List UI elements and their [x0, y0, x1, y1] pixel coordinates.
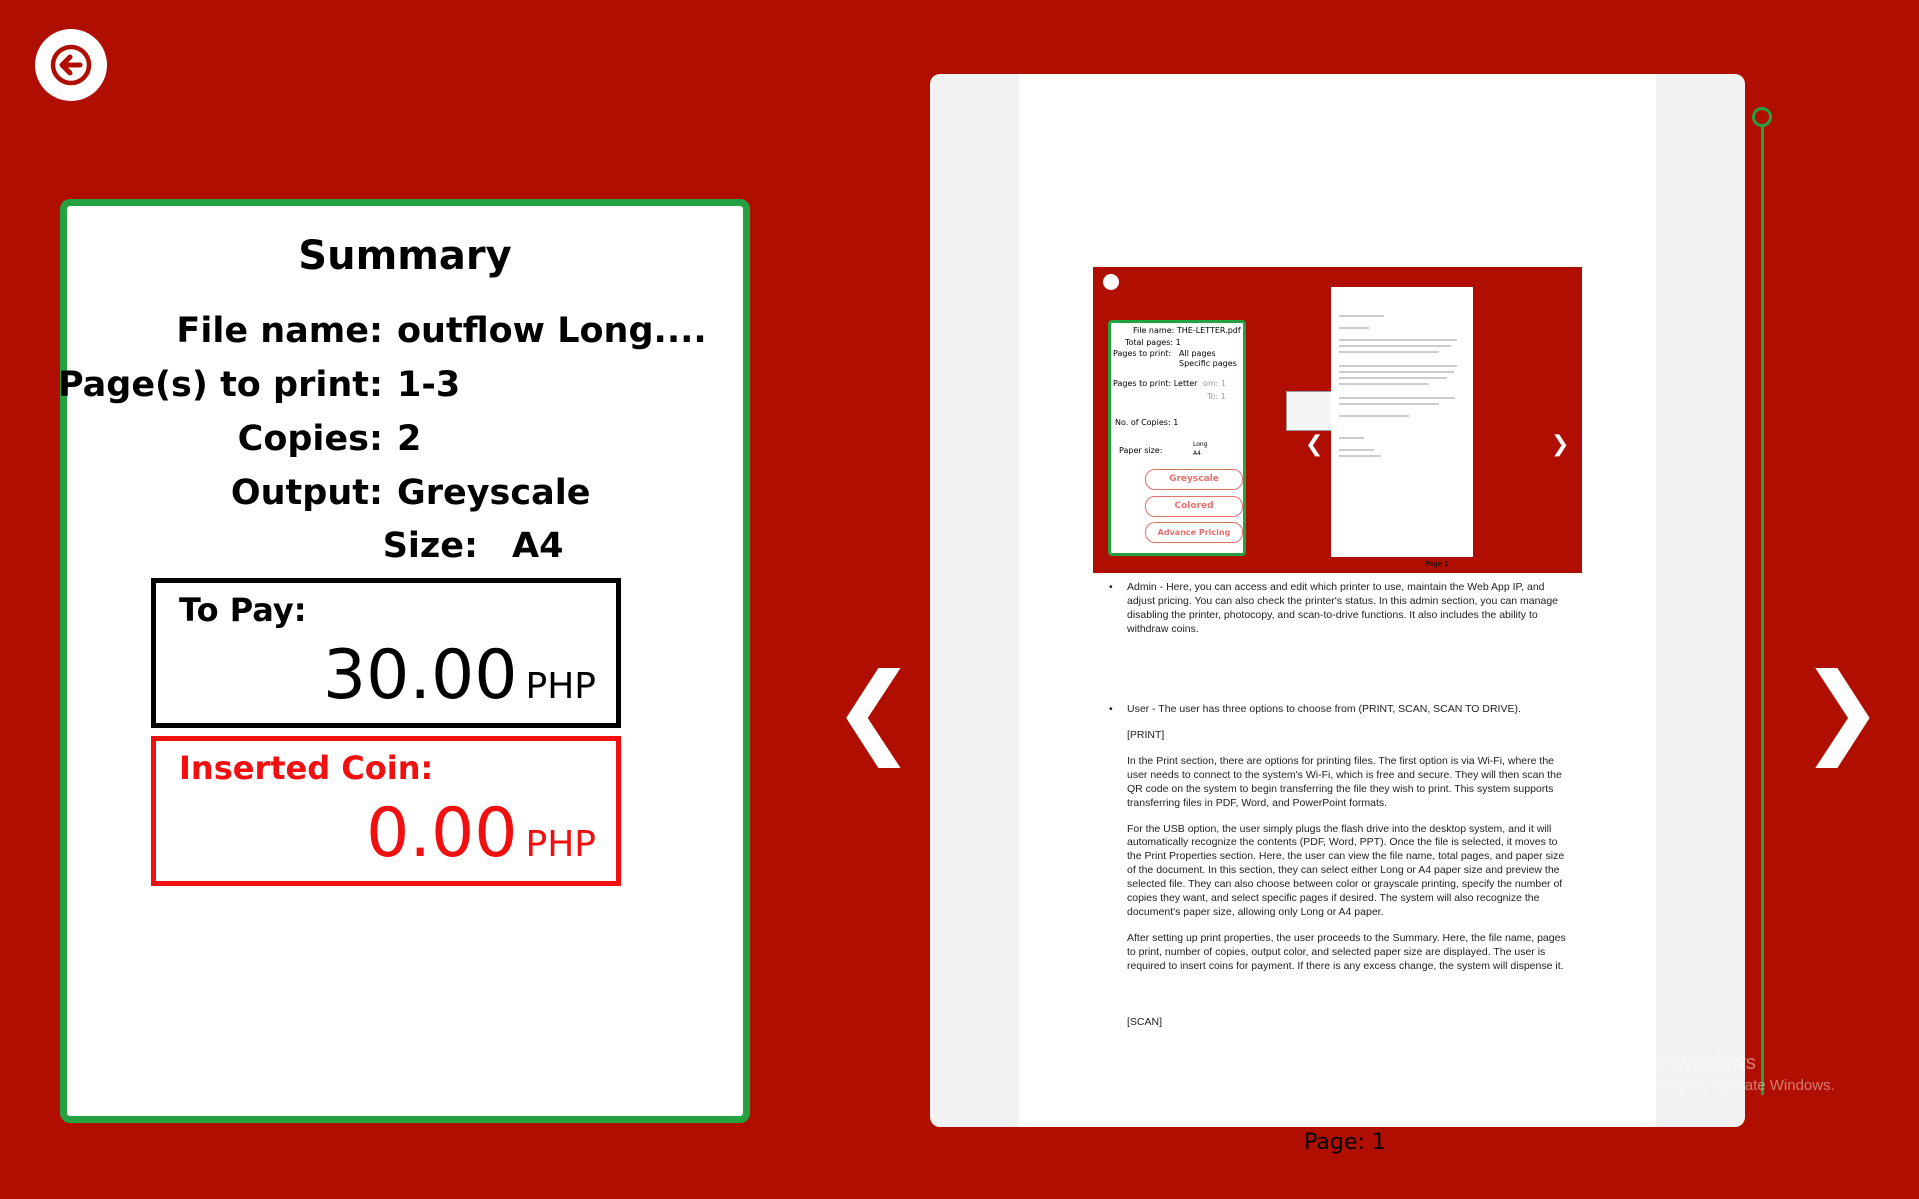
mini-file-name: THE-LETTER.pdf	[1176, 326, 1241, 335]
mini-letter: Letter	[1173, 379, 1198, 388]
file-name-row: File name: outflow Long....	[67, 311, 743, 365]
next-page-button[interactable]: ❯	[1800, 660, 1884, 760]
doc-paragraph-3: After setting up print properties, the u…	[1127, 932, 1566, 973]
chevron-right-icon: ❯	[1800, 651, 1884, 768]
summary-title: Summary	[298, 233, 512, 279]
mini-total-pages: 1	[1175, 338, 1181, 347]
inserted-coin-box: Inserted Coin: 0.00 PHP	[151, 736, 621, 886]
watermark-line-2: Go to Settings to activate Windows.	[1598, 1077, 1835, 1094]
mini-paper-a4: A4	[1193, 450, 1201, 457]
doc-paragraph-2: For the USB option, the user simply plug…	[1127, 822, 1565, 919]
mini-back-icon	[1103, 274, 1119, 290]
mini-all-pages: All pages	[1179, 349, 1216, 358]
mini-total-pages-label: Total pages:	[1125, 338, 1174, 347]
back-button[interactable]	[35, 29, 107, 101]
pages-to-print-row: Page(s) to print: 1-3	[58, 365, 743, 419]
pages-to-print-label: Page(s) to print:	[57, 365, 383, 405]
size-value: A4	[512, 526, 564, 566]
to-pay-amount: 30.00 PHP	[323, 636, 596, 715]
to-pay-box: To Pay: 30.00 PHP	[151, 578, 621, 728]
activate-windows-watermark: Activate Windows Go to Settings to activ…	[1598, 1052, 1835, 1094]
doc-print-heading: [PRINT]	[1127, 728, 1165, 741]
mini-from-label: om:	[1203, 379, 1219, 388]
mini-greyscale-button: Greyscale	[1145, 469, 1243, 490]
file-name-value: outflow Long....	[397, 311, 707, 351]
watermark-line-1: Activate Windows	[1598, 1052, 1756, 1074]
chevron-left-icon: ❮	[832, 651, 916, 768]
mini-to-label: To:	[1207, 392, 1219, 401]
file-name-label: File name:	[176, 311, 383, 351]
document-text: Admin - Here, you can access and edit wh…	[1107, 581, 1567, 1042]
to-pay-value: 30.00	[322, 636, 518, 715]
size-label: Size:	[382, 526, 478, 566]
mini-prev-icon: ❮	[1305, 432, 1324, 457]
page-indicator: Page: 1	[1304, 1130, 1386, 1155]
to-pay-label: To Pay:	[179, 591, 307, 629]
output-row: Output: Greyscale	[67, 473, 743, 527]
prev-page-button[interactable]: ❮	[832, 660, 916, 760]
summary-panel: Summary File name: outflow Long.... Page…	[58, 199, 750, 1123]
copies-label: Copies:	[237, 419, 383, 459]
size-row: Size: A4	[67, 526, 743, 580]
inserted-coin-currency: PHP	[525, 824, 597, 865]
mini-file-name-label: File name:	[1133, 326, 1175, 335]
mini-to-value: 1	[1220, 392, 1226, 401]
doc-user-bullet: User - The user has three options to cho…	[1107, 703, 1567, 717]
copies-value: 2	[397, 419, 422, 459]
to-pay-currency: PHP	[525, 666, 597, 707]
inserted-coin-amount: 0.00 PHP	[366, 794, 596, 873]
doc-scan-heading: [SCAN]	[1127, 1016, 1163, 1029]
mini-paper-size-label: Paper size:	[1119, 446, 1163, 455]
mini-colored-button: Colored	[1145, 496, 1243, 517]
scrollbar-thumb[interactable]	[1752, 107, 1772, 127]
mini-specific-pages: Specific pages	[1179, 359, 1237, 368]
mini-copies-label: No. of Copies:	[1115, 418, 1171, 427]
mini-letter-page	[1331, 287, 1473, 557]
inserted-coin-value: 0.00	[366, 794, 518, 873]
mini-pages-label-2: Pages to print:	[1113, 379, 1172, 388]
embedded-screenshot: File name: THE-LETTER.pdf Total pages: 1…	[1093, 267, 1582, 573]
arrow-left-icon	[50, 44, 92, 86]
mini-advance-pricing-button: Advance Pricing	[1145, 522, 1243, 543]
copies-row: Copies: 2	[67, 419, 743, 473]
mini-next-icon: ❯	[1551, 432, 1570, 457]
document-preview[interactable]: File name: THE-LETTER.pdf Total pages: 1…	[930, 74, 1745, 1127]
inserted-coin-label: Inserted Coin:	[179, 749, 434, 787]
preview-scrollbar[interactable]	[1761, 110, 1764, 1095]
doc-paragraph-1: In the Print section, there are options …	[1127, 754, 1562, 809]
document-page: File name: THE-LETTER.pdf Total pages: 1…	[1019, 74, 1656, 1127]
mini-pages-label: Pages to print:	[1113, 349, 1172, 358]
output-value: Greyscale	[397, 473, 591, 513]
output-label: Output:	[230, 473, 383, 513]
mini-copies-value: 1	[1173, 418, 1179, 427]
mini-properties-panel: File name: THE-LETTER.pdf Total pages: 1…	[1108, 320, 1246, 556]
pages-to-print-value: 1-3	[397, 365, 461, 405]
mini-from-value: 1	[1220, 379, 1227, 388]
mini-page-caption: Page 1	[1425, 560, 1449, 568]
mini-paper-long: Long	[1193, 441, 1208, 448]
doc-admin-bullet: Admin - Here, you can access and edit wh…	[1107, 581, 1567, 637]
